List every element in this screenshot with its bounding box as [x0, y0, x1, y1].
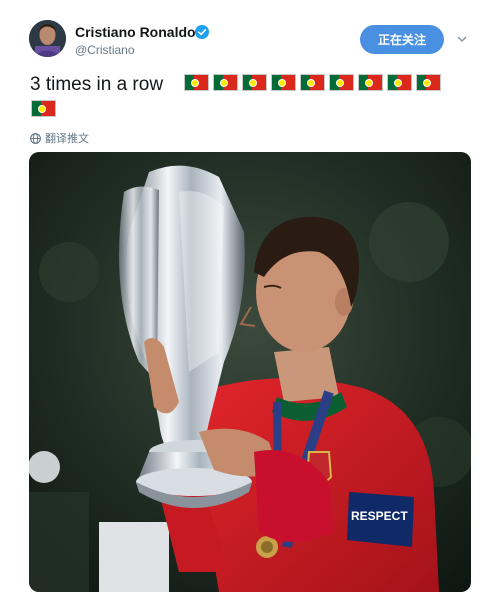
armband-text: RESPECT	[351, 509, 408, 523]
portugal-flag-icon	[31, 100, 56, 117]
portugal-flag-icon	[387, 74, 412, 91]
flag-emoji-row-2	[31, 100, 56, 117]
following-button[interactable]: 正在关注	[360, 25, 444, 54]
portugal-flag-icon	[184, 74, 209, 91]
portugal-flag-icon	[329, 74, 354, 91]
ronaldo-trophy-photo: RESPECT	[29, 152, 471, 592]
portugal-flag-icon	[300, 74, 325, 91]
user-handle[interactable]: @Cristiano	[75, 43, 135, 57]
portugal-flag-icon	[416, 74, 441, 91]
chevron-down-icon[interactable]	[457, 34, 467, 44]
verified-badge-icon	[195, 25, 209, 39]
avatar[interactable]	[29, 20, 66, 57]
portugal-flag-icon	[271, 74, 296, 91]
portugal-flag-icon	[358, 74, 383, 91]
translate-label[interactable]: 翻译推文	[45, 130, 89, 146]
translate-tweet-link[interactable]: 翻译推文	[30, 130, 89, 146]
globe-icon	[30, 132, 41, 144]
portugal-flag-icon	[242, 74, 267, 91]
tweet-photo[interactable]: RESPECT	[29, 152, 471, 592]
flag-emoji-row	[184, 74, 441, 91]
display-name[interactable]: Cristiano Ronaldo	[75, 24, 196, 40]
tweet-card: Cristiano Ronaldo @Cristiano 正在关注 3 time…	[0, 0, 500, 600]
portugal-flag-icon	[213, 74, 238, 91]
